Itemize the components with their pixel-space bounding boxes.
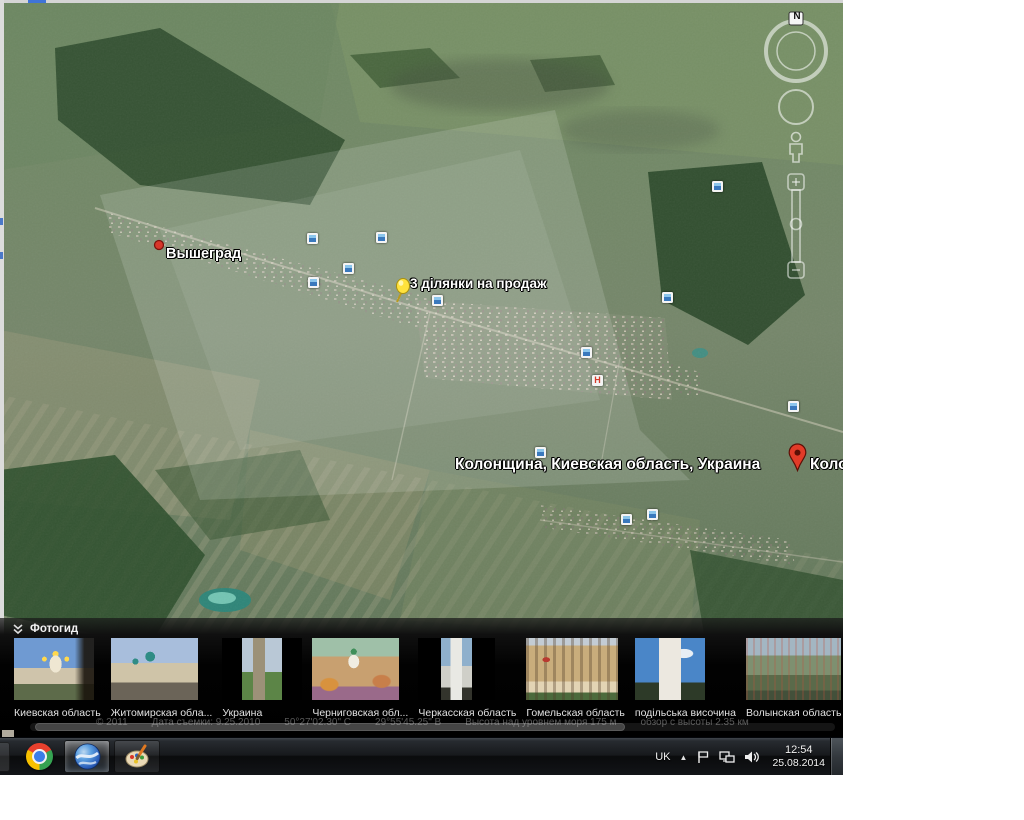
- thumbnail-image[interactable]: [14, 638, 94, 700]
- placemark-label-plots: 3 ділянки на продаж: [410, 276, 547, 291]
- paint-icon: [124, 743, 151, 770]
- collapse-panel-icon[interactable]: [12, 623, 24, 635]
- photo-overlay-icon[interactable]: [432, 295, 443, 306]
- scrollbar-corner: [2, 730, 14, 737]
- photoguide-thumbnail[interactable]: подільська височина: [635, 638, 736, 719]
- taskbar-paint-button[interactable]: [114, 740, 160, 773]
- zoom-slider-control[interactable]: [785, 170, 807, 282]
- taskbar: UK ▲: [0, 737, 843, 775]
- chrome-icon: [26, 743, 53, 770]
- hidden-icons-caret[interactable]: ▲: [680, 753, 688, 762]
- thumbnail-image[interactable]: [312, 638, 399, 700]
- taskbar-chrome-button[interactable]: [16, 740, 62, 773]
- photo-overlay-icon[interactable]: [343, 263, 354, 274]
- start-button-partial[interactable]: [0, 742, 10, 772]
- thumbnail-image[interactable]: [746, 638, 841, 700]
- thumbnail-label: Киевская область: [14, 707, 101, 719]
- thumbnail-image[interactable]: [111, 638, 198, 700]
- network-icon[interactable]: [719, 750, 735, 764]
- statusbar-elevation: Высота над уровнем моря 175 м: [465, 717, 616, 728]
- system-tray: UK ▲: [655, 738, 829, 775]
- photo-overlay-icon[interactable]: [308, 277, 319, 288]
- placemark-label-kolon-partial: Колон: [810, 456, 843, 474]
- photo-overlay-icon[interactable]: [581, 347, 592, 358]
- look-control[interactable]: [779, 90, 813, 124]
- compass-control[interactable]: [766, 21, 826, 81]
- volume-icon[interactable]: [744, 750, 759, 764]
- photoguide-thumbnail[interactable]: Украина: [222, 638, 302, 719]
- hospital-poi-icon[interactable]: H: [592, 375, 603, 386]
- desktop: H Вышеград 3 ділянки на продаж Колонщина…: [0, 0, 843, 775]
- show-desktop-button[interactable]: [830, 738, 843, 775]
- statusbar-latitude: 50°27'02.30" С: [284, 717, 351, 728]
- placemark-label-kolonshchina: Колонщина, Киевская область, Украина: [455, 456, 760, 474]
- thumbnail-image[interactable]: [635, 638, 705, 700]
- photoguide-thumbnail[interactable]: Черкасская область: [418, 638, 516, 719]
- photo-overlay-icon[interactable]: [662, 292, 673, 303]
- photoguide-title: Фотогид: [30, 623, 78, 635]
- pegman-control[interactable]: [785, 128, 807, 164]
- placemark-pushpin-plots[interactable]: [390, 276, 412, 309]
- statusbar-eye-altitude: обзор с высоты 2.35 км: [641, 717, 749, 728]
- photoguide-thumbnail[interactable]: Волынская область: [746, 638, 841, 719]
- sidebar-edge-mark: [0, 252, 3, 259]
- thumbnail-image[interactable]: [418, 638, 495, 700]
- google-earth-icon: [74, 743, 101, 770]
- nav-controls: N: [757, 6, 835, 291]
- thumbnail-image[interactable]: [222, 638, 302, 700]
- window-frame-top: [0, 0, 843, 3]
- placemark-pin-kolonshchina[interactable]: [788, 443, 807, 477]
- photoguide-thumbnail[interactable]: Киевская область: [14, 638, 101, 719]
- taskbar-google-earth-button[interactable]: [64, 740, 110, 773]
- photoguide-thumbnails: Киевская область Житомирская обла... Укр…: [14, 638, 843, 719]
- photo-overlay-icon[interactable]: [621, 514, 632, 525]
- statusbar: © 2011 Дата съемки: 9.25.2010 50°27'02.3…: [96, 717, 749, 728]
- thumbnail-image[interactable]: [526, 638, 618, 700]
- photo-overlay-icon[interactable]: [647, 509, 658, 520]
- thumbnail-label: Волынская область: [746, 707, 841, 719]
- statusbar-imagery-date: Дата съемки: 9.25.2010: [152, 717, 261, 728]
- photoguide-panel: Фотогид Киевская область Житомирская обл…: [0, 618, 843, 737]
- sidebar-edge-mark: [0, 218, 3, 225]
- photo-overlay-icon[interactable]: [788, 401, 799, 412]
- photo-overlay-icon[interactable]: [712, 181, 723, 192]
- statusbar-copyright: © 2011: [96, 717, 128, 728]
- photoguide-thumbnail[interactable]: Черниговская обл...: [312, 638, 408, 719]
- window-tab-sliver: [28, 0, 46, 3]
- clock-time: 12:54: [785, 744, 813, 758]
- photo-overlay-icon[interactable]: [307, 233, 318, 244]
- statusbar-longitude: 29°55'45.25" В: [375, 717, 441, 728]
- clock-date: 25.08.2014: [772, 757, 825, 770]
- taskbar-clock[interactable]: 12:54 25.08.2014: [768, 744, 829, 771]
- photo-overlay-icon[interactable]: [376, 232, 387, 243]
- action-center-flag-icon[interactable]: [696, 750, 710, 764]
- photoguide-thumbnail[interactable]: Житомирская обла...: [111, 638, 213, 719]
- placemark-label-vyshegrad: Вышеград: [166, 246, 241, 262]
- language-indicator[interactable]: UK: [655, 751, 670, 763]
- placemark-dot-vyshegrad[interactable]: [153, 238, 165, 256]
- photoguide-thumbnail[interactable]: Гомельская область: [526, 638, 625, 719]
